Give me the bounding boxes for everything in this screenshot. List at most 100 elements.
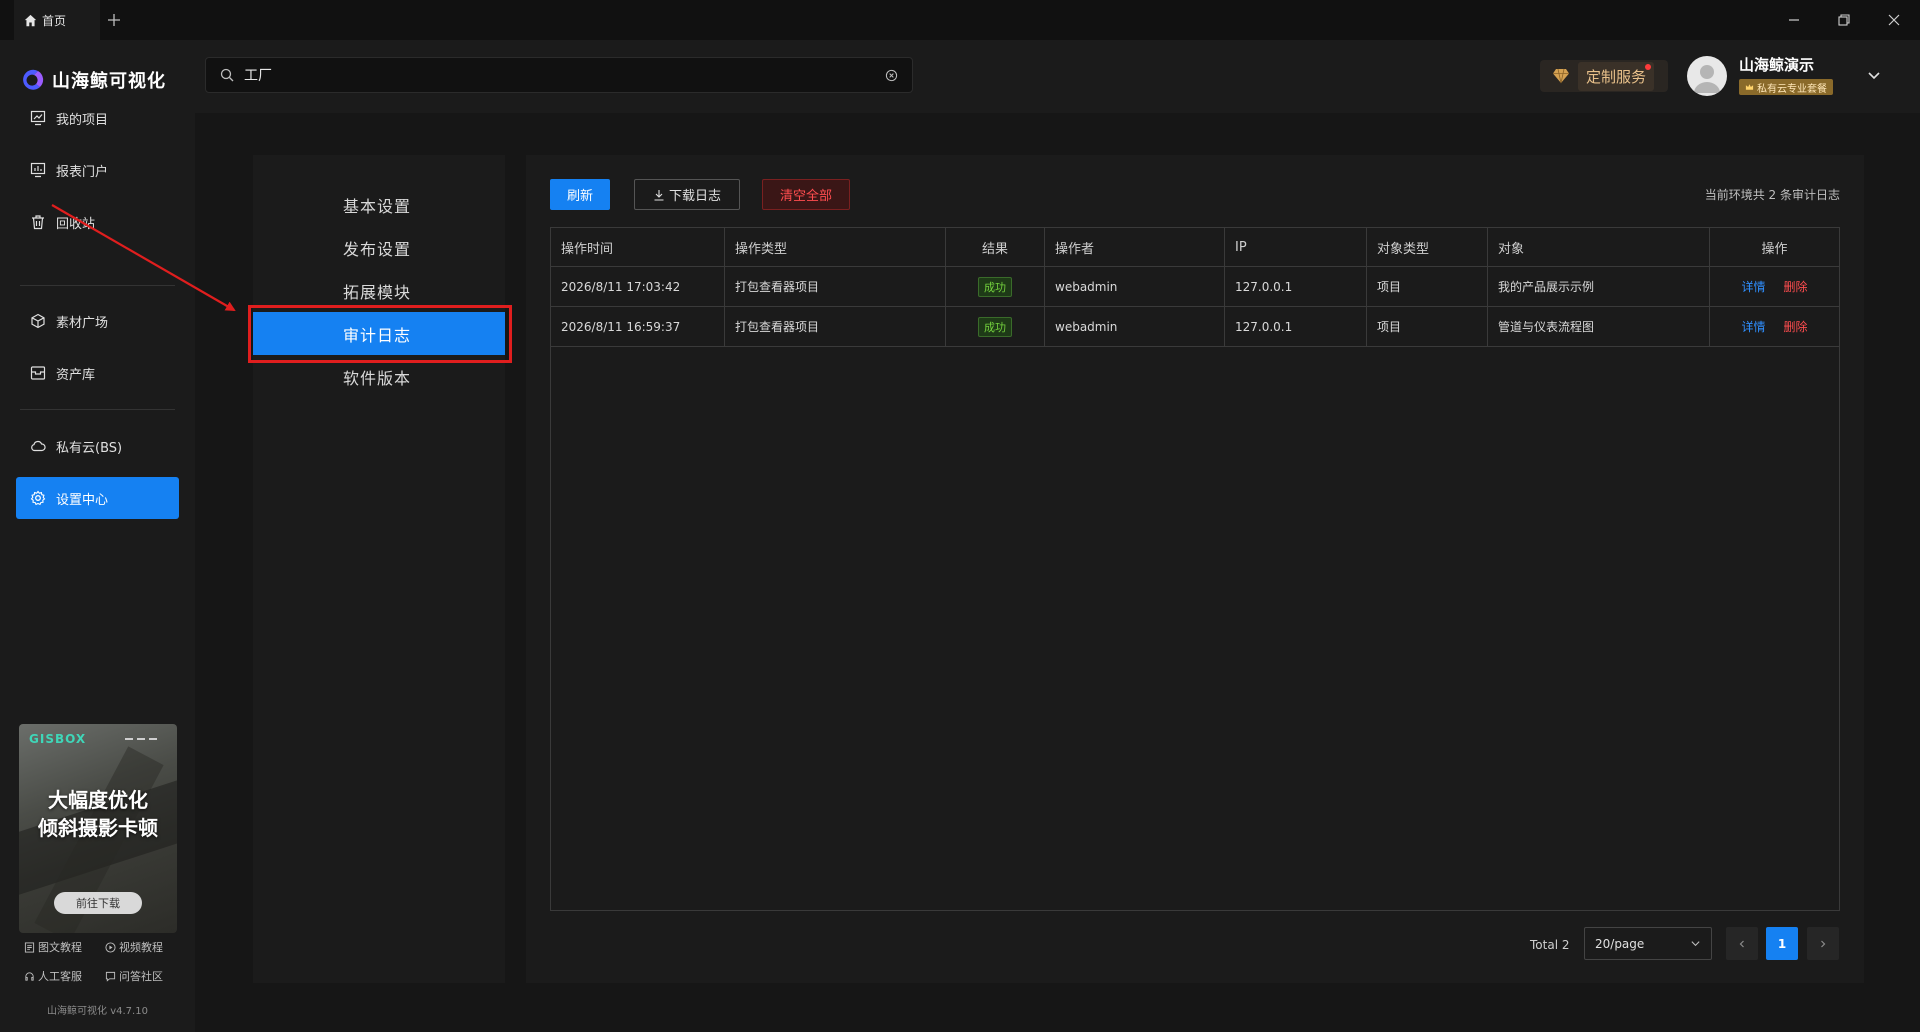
chat-bubble-icon — [105, 971, 116, 982]
promo-download-button[interactable]: 前往下载 — [54, 892, 142, 914]
clear-all-button[interactable]: 清空全部 — [762, 179, 850, 210]
crown-icon — [1745, 83, 1754, 91]
help-link-label: 人工客服 — [38, 970, 82, 983]
home-tab[interactable]: 首页 — [14, 0, 100, 40]
cell-object: 管道与仪表流程图 — [1488, 307, 1710, 346]
delete-link[interactable]: 删除 — [1784, 278, 1808, 295]
tab-extension-modules[interactable]: 拓展模块 — [253, 269, 505, 312]
status-badge: 成功 — [978, 316, 1012, 337]
sidebar-item-label: 回收站 — [56, 216, 96, 232]
cell-object-type: 项目 — [1367, 307, 1488, 346]
help-video-tutorial[interactable]: 视频教程 — [105, 939, 163, 955]
sidebar-item-label: 设置中心 — [56, 492, 109, 508]
cell-operation-type: 打包查看器项目 — [725, 267, 946, 306]
page-number-button[interactable]: 1 — [1766, 927, 1798, 960]
gear-icon — [30, 490, 46, 506]
column-header: 结果 — [946, 228, 1045, 266]
table-row: 2026/8/11 17:03:42 打包查看器项目 成功 webadmin 1… — [551, 267, 1839, 307]
log-count-text: 当前环境共 2 条审计日志 — [1704, 188, 1840, 202]
plan-badge-label: 私有云专业套餐 — [1757, 83, 1827, 95]
chevron-left-icon — [1737, 939, 1747, 949]
column-header: 操作者 — [1045, 228, 1225, 266]
avatar[interactable] — [1687, 56, 1727, 96]
column-header: 对象类型 — [1367, 228, 1488, 266]
sidebar-item-settings-center[interactable]: 设置中心 — [16, 477, 179, 519]
trash-icon — [30, 214, 46, 230]
page-size-value: 20/page — [1595, 936, 1645, 951]
play-circle-icon — [105, 941, 116, 953]
column-header: 操作类型 — [725, 228, 946, 266]
clear-search-icon[interactable] — [885, 69, 898, 82]
sidebar-item-my-projects[interactable]: 我的项目 — [16, 97, 179, 139]
page-size-select[interactable]: 20/page — [1584, 927, 1712, 960]
promo-banner[interactable]: GISBOX 大幅度优化 倾斜摄影卡顿 前往下载 — [19, 724, 177, 933]
sidebar-item-recycle-bin[interactable]: 回收站 — [16, 201, 179, 243]
sidebar-item-label: 报表门户 — [56, 164, 109, 180]
sidebar-item-private-cloud[interactable]: 私有云(BS) — [16, 425, 179, 467]
cell-ip: 127.0.0.1 — [1225, 307, 1367, 346]
username[interactable]: 山海鲸演示 — [1739, 54, 1814, 75]
help-customer-service[interactable]: 人工客服 — [24, 968, 82, 984]
app-version: 山海鲸可视化 v4.7.10 — [47, 1006, 148, 1017]
column-header: IP — [1225, 228, 1367, 266]
brand-name: 山海鲸可视化 — [52, 71, 166, 92]
column-header: 操作时间 — [551, 228, 725, 266]
tab-software-version[interactable]: 软件版本 — [253, 355, 505, 398]
cell-actions: 详情 删除 — [1710, 307, 1839, 346]
pagination-total: Total 2 — [1530, 938, 1570, 952]
brand[interactable]: 山海鲸可视化 — [18, 66, 166, 94]
status-badge: 成功 — [978, 276, 1012, 297]
tab-basic-settings[interactable]: 基本设置 — [253, 183, 505, 226]
header: 工厂 定制服务 山海鲸演示 私有云专业套餐 — [195, 40, 1920, 113]
cell-object: 我的产品展示示例 — [1488, 267, 1710, 306]
column-header: 操作 — [1761, 241, 1788, 257]
plan-badge: 私有云专业套餐 — [1739, 79, 1833, 95]
cell-operation-type: 打包查看器项目 — [725, 307, 946, 346]
home-tab-label: 首页 — [42, 13, 67, 28]
custom-service-button[interactable]: 定制服务 — [1540, 60, 1668, 92]
archive-box-icon — [30, 365, 46, 381]
close-icon[interactable] — [1884, 10, 1904, 30]
sidebar-item-label: 我的项目 — [56, 112, 109, 128]
project-chart-icon — [30, 110, 46, 126]
promo-title-line1: 大幅度优化 — [48, 788, 148, 812]
settings-submenu: 基本设置 发布设置 拓展模块 审计日志 软件版本 — [253, 155, 505, 983]
chevron-down-icon — [1690, 938, 1701, 949]
report-bars-icon — [30, 162, 46, 178]
help-doc-tutorial[interactable]: 图文教程 — [24, 939, 82, 955]
help-qa-community[interactable]: 问答社区 — [105, 968, 163, 984]
detail-link[interactable]: 详情 — [1741, 318, 1765, 335]
cell-operator: webadmin — [1045, 307, 1225, 346]
chevron-down-icon[interactable] — [1867, 68, 1881, 82]
sidebar-item-asset-square[interactable]: 素材广场 — [16, 300, 179, 342]
title-bar: 首页 — [0, 0, 1920, 40]
download-log-label: 下载日志 — [668, 189, 721, 204]
prev-page-button[interactable] — [1726, 927, 1758, 960]
home-icon — [24, 14, 37, 27]
search-icon — [220, 68, 234, 82]
custom-service-label: 定制服务 — [1586, 67, 1647, 86]
restore-icon[interactable] — [1834, 10, 1854, 30]
download-log-button[interactable]: 下载日志 — [634, 179, 740, 210]
search-input[interactable]: 工厂 — [205, 57, 913, 93]
cell-result: 成功 — [946, 307, 1045, 346]
sidebar-item-report-portal[interactable]: 报表门户 — [16, 149, 179, 191]
plus-icon[interactable] — [104, 10, 124, 30]
tab-audit-log[interactable]: 审计日志 — [253, 312, 505, 355]
table-row: 2026/8/11 16:59:37 打包查看器项目 成功 webadmin 1… — [551, 307, 1839, 347]
diamond-icon — [1552, 68, 1570, 84]
tab-publish-settings[interactable]: 发布设置 — [253, 226, 505, 269]
cell-result: 成功 — [946, 267, 1045, 306]
delete-link[interactable]: 删除 — [1784, 318, 1808, 335]
table-header: 操作时间 操作类型 结果 操作者 IP 对象类型 对象 操作 — [551, 228, 1839, 267]
detail-link[interactable]: 详情 — [1741, 278, 1765, 295]
cell-ip: 127.0.0.1 — [1225, 267, 1367, 306]
sidebar-item-asset-library[interactable]: 资产库 — [16, 352, 179, 394]
download-icon — [653, 189, 665, 201]
next-page-button[interactable] — [1807, 927, 1839, 960]
audit-log-table: 操作时间 操作类型 结果 操作者 IP 对象类型 对象 操作 2026/8/11… — [550, 227, 1840, 911]
brand-logo-icon — [18, 67, 44, 93]
sidebar-divider — [20, 409, 175, 410]
minimize-icon[interactable] — [1784, 10, 1804, 30]
refresh-button[interactable]: 刷新 — [550, 179, 610, 210]
